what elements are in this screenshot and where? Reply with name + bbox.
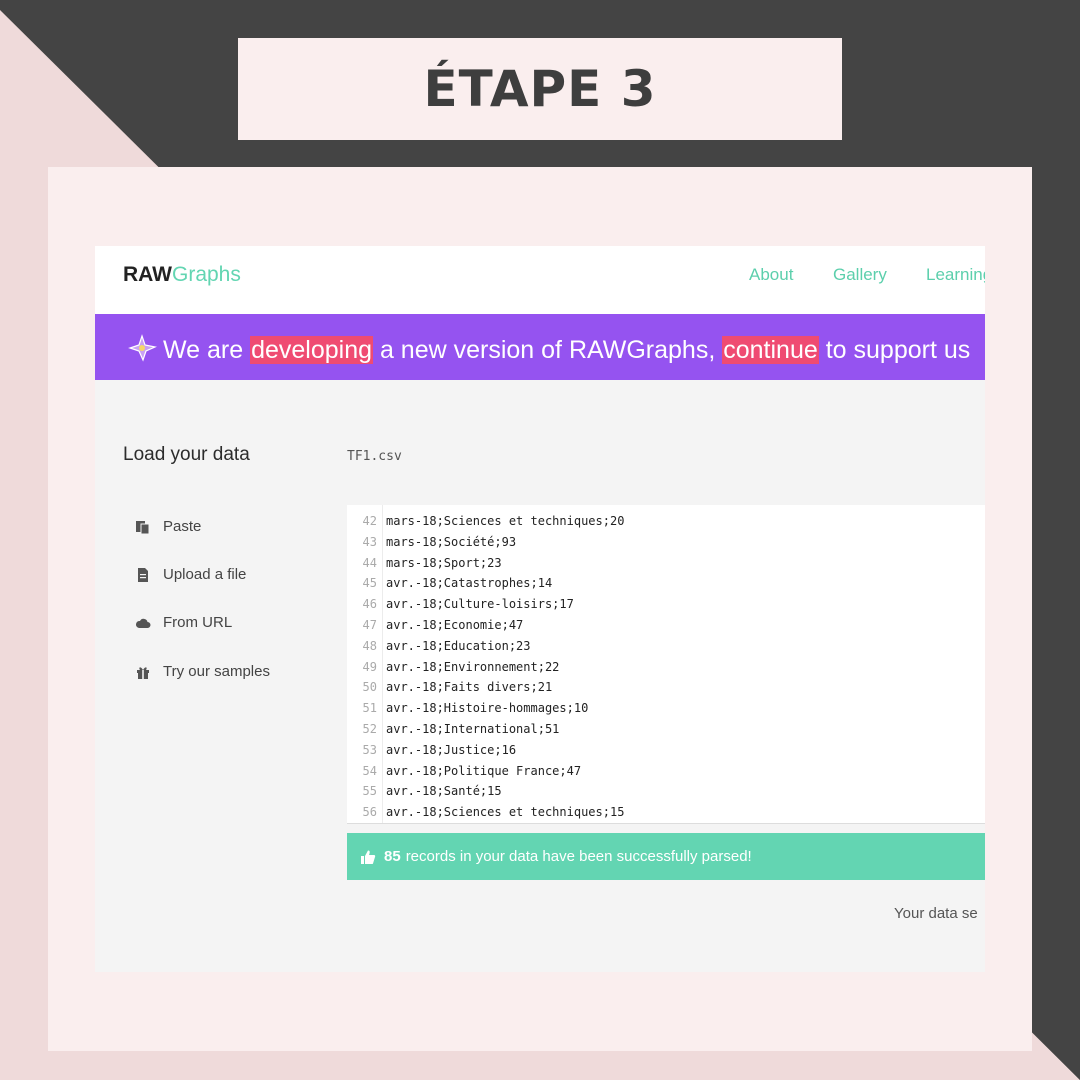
line-number: 48: [362, 638, 377, 653]
code-line: 45 avr.-18;Catastrophes;14: [347, 573, 985, 594]
data-summary-text: Your data se: [894, 905, 978, 922]
nav-link-about[interactable]: About: [749, 265, 793, 285]
record-count: 85: [384, 848, 401, 865]
line-number: 45: [362, 576, 377, 591]
line-number: 49: [362, 659, 377, 674]
line-number: 51: [362, 701, 377, 716]
rawgraphs-screenshot: RAWGraphs About Gallery Learning We are …: [95, 246, 985, 972]
line-number: 52: [362, 722, 377, 736]
line-text: avr.-18;International;51: [386, 722, 560, 736]
code-line: 56 avr.-18;Sciences et techniques;15: [347, 802, 985, 823]
code-line: 42 mars-18;Sciences et techniques;20: [347, 511, 985, 532]
line-text: mars-18;Société;93: [386, 534, 517, 549]
line-text: avr.-18;Histoire-hommages;10: [386, 701, 589, 716]
line-number: 46: [362, 597, 377, 612]
code-line: 54 avr.-18;Politique France;47: [347, 761, 985, 782]
code-line: 53 avr.-18;Justice;16: [347, 740, 985, 761]
status-message: records in your data have been successfu…: [405, 848, 752, 865]
line-text: avr.-18;Catastrophes;14: [386, 576, 553, 591]
nav-link-gallery[interactable]: Gallery: [833, 265, 887, 285]
code-line: 52 avr.-18;International;51: [347, 719, 985, 740]
code-line: 50 avr.-18;Faits divers;21: [347, 677, 985, 698]
line-number: 50: [362, 680, 377, 695]
step-title: ÉTAPE 3: [423, 60, 657, 118]
line-text: avr.-18;Economie;47: [386, 618, 524, 632]
sidebar-item-paste[interactable]: Paste: [135, 518, 201, 535]
load-data-heading: Load your data: [123, 444, 250, 465]
navbar: RAWGraphs About Gallery Learning: [95, 246, 985, 314]
code-line: 46 avr.-18;Culture-loisirs;17: [347, 594, 985, 615]
line-number: 56: [362, 805, 377, 820]
code-line: 48 avr.-18;Education;23: [347, 636, 985, 657]
cloud-icon: [135, 618, 151, 628]
line-number: 55: [362, 784, 377, 799]
line-number: 54: [362, 763, 377, 778]
line-text: avr.-18;Faits divers;21: [386, 680, 553, 695]
line-text: avr.-18;Sciences et techniques;15: [386, 805, 625, 820]
thumbs-up-icon: [361, 850, 376, 864]
line-text: avr.-18;Santé;15: [386, 784, 502, 799]
line-text: mars-18;Sport;23: [386, 555, 502, 570]
line-text: avr.-18;Justice;16: [386, 742, 517, 757]
data-editor[interactable]: 42 mars-18;Sciences et techniques;20 43 mar…: [347, 505, 985, 824]
line-number: 47: [362, 618, 377, 632]
code-line: 55 avr.-18;Santé;15: [347, 781, 985, 802]
line-text: avr.-18;Education;23: [386, 638, 531, 653]
step-title-box: ÉTAPE 3: [238, 38, 842, 140]
sidebar-item-samples[interactable]: Try our samples: [135, 663, 270, 680]
line-text: mars-18;Sciences et techniques;20: [386, 514, 625, 528]
file-name-label: TF1.csv: [347, 449, 402, 464]
line-text: avr.-18;Environnement;22: [386, 659, 560, 674]
sidebar-item-url[interactable]: From URL: [135, 614, 232, 631]
line-number: 43: [362, 534, 377, 549]
line-number: 42: [362, 514, 377, 528]
line-number: 44: [362, 555, 377, 570]
code-line: 44 mars-18;Sport;23: [347, 553, 985, 574]
file-icon: [138, 567, 148, 582]
rawgraphs-logo[interactable]: RAWGraphs: [123, 262, 241, 288]
nav-link-learning[interactable]: Learning: [926, 265, 985, 285]
line-text: avr.-18;Politique France;47: [386, 763, 582, 778]
banner-link-continue[interactable]: continue: [722, 336, 819, 364]
code-line: 49 avr.-18;Environnement;22: [347, 657, 985, 678]
banner-text: We are developing a new version of RAWGr…: [127, 334, 970, 366]
parse-status-bar: 85 records in your data have been succes…: [347, 833, 985, 880]
code-line: 43 mars-18;Société;93: [347, 532, 985, 553]
code-line: 47 avr.-18;Economie;47: [347, 615, 985, 636]
gift-icon: [137, 666, 149, 679]
paste-icon: [136, 520, 150, 534]
announcement-banner: We are developing a new version of RAWGr…: [95, 314, 985, 380]
line-number: 53: [362, 742, 377, 757]
banner-link-developing[interactable]: developing: [250, 336, 374, 364]
sparkle-icon: [128, 334, 157, 362]
line-text: avr.-18;Culture-loisirs;17: [386, 597, 574, 612]
sidebar-item-upload[interactable]: Upload a file: [135, 566, 246, 583]
code-line: 51 avr.-18;Histoire-hommages;10: [347, 698, 985, 719]
